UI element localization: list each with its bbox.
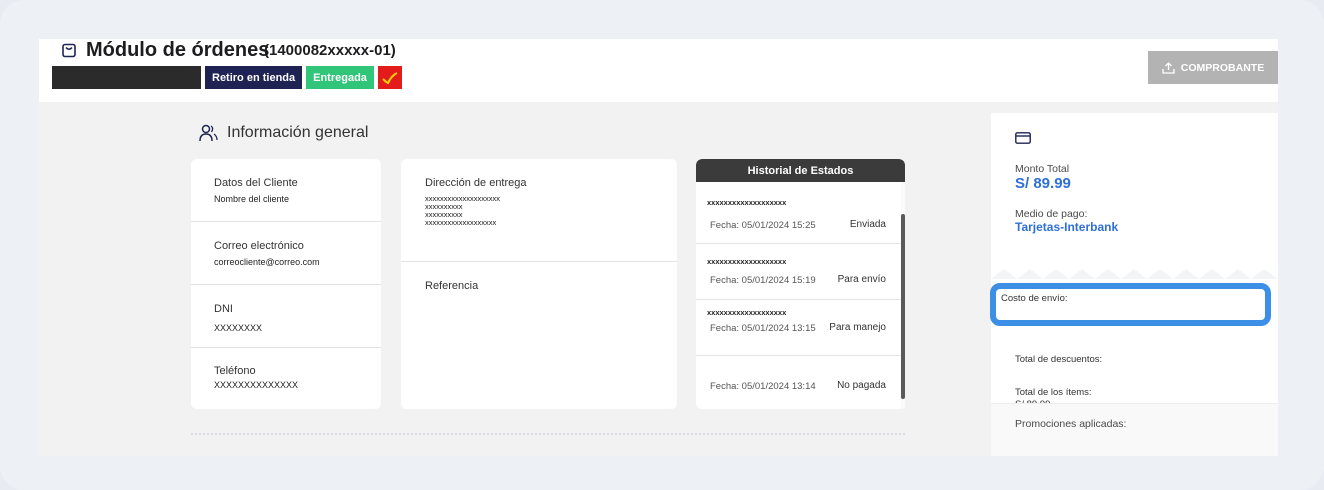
history-item-status: No pagada xyxy=(837,380,886,391)
history-item-date: Fecha: 05/01/2024 13:15 xyxy=(710,323,816,334)
payment-method-value: Tarjetas-Interbank xyxy=(1015,220,1119,234)
client-dni-label: DNI xyxy=(214,303,233,315)
total-amount-label: Monto Total xyxy=(1015,163,1070,175)
discounts-label: Total de descuentos: xyxy=(1015,354,1103,365)
history-scroll-thumb[interactable] xyxy=(901,214,905,399)
history-item: xxxxxxxxxxxxxxxxxxx Fecha: 05/01/2024 15… xyxy=(696,187,901,242)
history-item-date: Fecha: 05/01/2024 15:25 xyxy=(710,220,816,231)
divider xyxy=(191,221,381,222)
status-tags: Retiro en tienda Entregada xyxy=(52,66,402,89)
promotions-section: Promociones aplicadas: xyxy=(991,403,1278,456)
divider xyxy=(191,284,381,285)
delivered-tag: Entregada xyxy=(306,66,374,89)
brand-logo-icon xyxy=(377,66,402,89)
section-title: Información general xyxy=(227,124,369,141)
pickup-tag: Retiro en tienda xyxy=(205,66,303,89)
upload-icon xyxy=(1162,61,1175,74)
client-name-field: Datos del Cliente Nombre del cliente xyxy=(214,177,298,204)
shipping-cost-highlight: Costo de envío: xyxy=(990,283,1271,326)
history-item: xxxxxxxxxxxxxxxxxxx Fecha: 05/01/2024 13… xyxy=(696,300,901,355)
history-item-code: xxxxxxxxxxxxxxxxxxx xyxy=(707,308,787,317)
general-info-heading: Información general xyxy=(199,124,368,142)
page-header: Módulo de órdenes (1400082xxxxx-01) Reti… xyxy=(39,39,1278,102)
receipt-button-label: COMPROBANTE xyxy=(1180,61,1265,74)
client-name-value: Nombre del cliente xyxy=(214,194,290,204)
delivery-address-card: Dirección de entrega xxxxxxxxxxxxxxxxxxx… xyxy=(401,159,677,409)
client-phone-field: Teléfono XXXXXXXXXXXXXX xyxy=(214,365,298,390)
order-id: (1400082xxxxx-01) xyxy=(264,42,396,59)
shipping-cost-label: Costo de envío: xyxy=(1001,293,1068,304)
address-field: Dirección de entrega xxxxxxxxxxxxxxxxxxx… xyxy=(425,177,527,227)
client-email-label: Correo electrónico xyxy=(214,240,304,252)
items-total-label: Total de los ítems: xyxy=(1015,387,1092,398)
users-icon xyxy=(199,124,218,142)
reference-field: Referencia xyxy=(425,280,478,292)
history-item-date: Fecha: 05/01/2024 13:14 xyxy=(710,381,816,392)
zigzag-divider xyxy=(991,269,1278,279)
history-item-date: Fecha: 05/01/2024 15:19 xyxy=(710,275,816,286)
receipt-button[interactable]: COMPROBANTE xyxy=(1148,51,1278,84)
status-history-card: Historial de Estados xxxxxxxxxxxxxxxxxxx… xyxy=(696,159,905,409)
history-item: Fecha: 05/01/2024 13:14 No pagada xyxy=(696,356,901,409)
client-email-field: Correo electrónico correocliente@correo.… xyxy=(214,240,320,267)
dotted-divider xyxy=(191,433,905,435)
order-module-window: Módulo de órdenes (1400082xxxxx-01) Reti… xyxy=(39,39,1278,456)
status-history-title: Historial de Estados xyxy=(696,159,905,182)
address-label: Dirección de entrega xyxy=(425,177,527,189)
client-email-value: correocliente@correo.com xyxy=(214,257,320,267)
promotions-label: Promociones aplicadas: xyxy=(1015,418,1127,430)
history-item-code: xxxxxxxxxxxxxxxxxxx xyxy=(707,198,787,207)
client-name-label: Datos del Cliente xyxy=(214,177,298,189)
divider xyxy=(191,347,381,348)
credit-card-icon xyxy=(1015,132,1031,144)
shopping-bag-icon xyxy=(62,43,76,58)
address-line: xxxxxxxxxxxxxxxxxxx xyxy=(425,218,497,227)
client-data-card: Datos del Cliente Nombre del cliente Cor… xyxy=(191,159,381,409)
client-dni-value: XXXXXXXX xyxy=(214,323,263,333)
payment-method-label: Medio de pago: xyxy=(1015,208,1088,220)
client-phone-value: XXXXXXXXXXXXXX xyxy=(214,380,299,390)
total-amount-value: S/ 89.99 xyxy=(1015,175,1071,192)
client-dni-field: DNI XXXXXXXX xyxy=(214,303,262,333)
address-lines: xxxxxxxxxxxxxxxxxxxx xxxxxxxxxx xxxxxxxx… xyxy=(425,195,527,227)
divider xyxy=(401,261,677,262)
redacted-tag xyxy=(52,66,201,89)
history-item-code: xxxxxxxxxxxxxxxxxxx xyxy=(707,257,787,266)
reference-label: Referencia xyxy=(425,280,479,292)
history-item-status: Enviada xyxy=(849,219,886,230)
page-title: Módulo de órdenes xyxy=(86,39,270,61)
history-item-status: Para manejo xyxy=(829,322,886,333)
history-item-status: Para envío xyxy=(837,274,886,285)
history-item: xxxxxxxxxxxxxxxxxxx Fecha: 05/01/2024 15… xyxy=(696,244,901,299)
history-scrollbar[interactable] xyxy=(901,182,905,409)
client-phone-label: Teléfono xyxy=(214,365,256,377)
